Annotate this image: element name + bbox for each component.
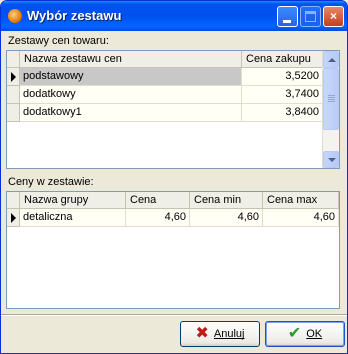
minimize-icon [283, 20, 291, 23]
app-icon [8, 9, 22, 23]
group-price-cell[interactable]: 4,60 [126, 209, 190, 227]
row-indicator [7, 104, 20, 122]
scroll-up-button[interactable] [323, 51, 339, 68]
scroll-up-icon [328, 58, 336, 62]
grip-line [328, 97, 335, 98]
x-icon: ✖ [195, 325, 209, 343]
prices-label-text: Ceny w zestawie: [8, 176, 94, 188]
prices-header-max[interactable]: Cena max [263, 192, 339, 209]
group-min-price-cell[interactable]: 4,60 [190, 209, 263, 227]
prices-header-corner [7, 192, 20, 209]
close-button[interactable]: × [323, 6, 344, 27]
current-row-arrow-icon [11, 72, 16, 82]
sets-header-corner [7, 51, 20, 68]
scroll-down-button[interactable] [323, 151, 339, 168]
minimize-button[interactable] [277, 6, 298, 27]
sets-section-label: Zestawy cen towaru: [8, 35, 109, 47]
row-indicator [7, 209, 20, 227]
cancel-button[interactable]: ✖ Anuluj [180, 321, 260, 347]
group-max-price-cell[interactable]: 4,60 [263, 209, 339, 227]
set-price-cell[interactable]: 3,5200 [242, 68, 323, 86]
group-name-cell[interactable]: detaliczna [20, 209, 126, 227]
prices-header-group[interactable]: Nazwa grupy [20, 192, 126, 209]
prices-section-label: Ceny w zestawie: [8, 176, 94, 188]
set-name-cell[interactable]: podstawowy [20, 68, 242, 86]
table-row[interactable]: dodatkowy1 3,8400 [20, 104, 323, 122]
table-row[interactable]: detaliczna 4,60 4,60 4,60 [20, 209, 339, 227]
grip-line [328, 101, 335, 102]
close-icon: × [329, 9, 337, 23]
scroll-thumb[interactable] [323, 68, 339, 130]
maximize-button[interactable] [300, 6, 321, 27]
sets-scrollbar[interactable] [322, 51, 339, 168]
set-price-cell[interactable]: 3,7400 [242, 86, 323, 104]
dialog-window: Wybór zestawu × Zestawy cen towaru: Nazw… [0, 0, 348, 354]
grip-line [328, 95, 335, 96]
prices-header-price[interactable]: Cena [126, 192, 190, 209]
ok-button[interactable]: ✔ OK [265, 321, 345, 347]
ok-label: OK [306, 328, 323, 341]
current-row-arrow-icon [11, 213, 16, 223]
window-title: Wybór zestawu [27, 8, 122, 23]
sets-header-name[interactable]: Nazwa zestawu cen [20, 51, 242, 68]
scroll-down-icon [328, 158, 336, 162]
set-name-cell[interactable]: dodatkowy [20, 86, 242, 104]
bottom-divider [1, 314, 347, 316]
sets-grid[interactable]: Nazwa zestawu cen Cena zakupu podstawowy… [6, 50, 340, 169]
set-price-cell[interactable]: 3,8400 [242, 104, 323, 122]
prices-grid[interactable]: Nazwa grupy Cena Cena min Cena max detal… [6, 191, 340, 309]
checkmark-icon: ✔ [287, 325, 302, 343]
sets-header-price[interactable]: Cena zakupu [242, 51, 323, 68]
title-bar[interactable]: Wybór zestawu × [1, 1, 347, 31]
cancel-label: Anuluj [213, 328, 245, 341]
sets-label-text: Zestawy cen towaru: [8, 35, 109, 47]
grip-line [328, 99, 335, 100]
set-name-cell[interactable]: dodatkowy1 [20, 104, 242, 122]
maximize-icon [305, 11, 316, 22]
table-row[interactable]: dodatkowy 3,7400 [20, 86, 323, 104]
row-indicator [7, 68, 20, 86]
row-indicator [7, 86, 20, 104]
table-row[interactable]: podstawowy 3,5200 [20, 68, 323, 86]
prices-header-min[interactable]: Cena min [190, 192, 263, 209]
